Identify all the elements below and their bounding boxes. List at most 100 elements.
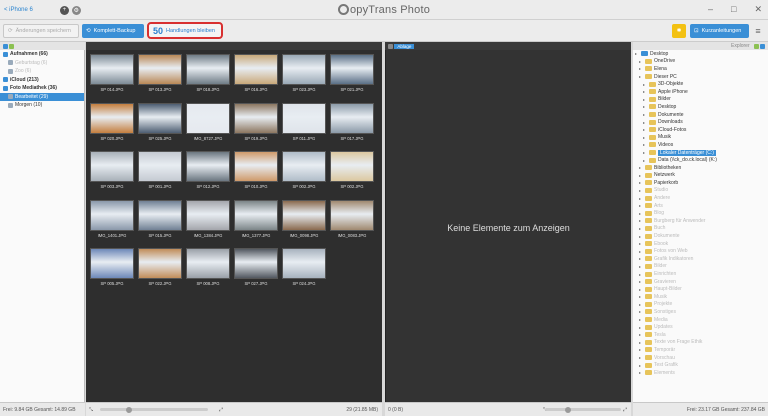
folder-item[interactable]: ▸ Tesla — [633, 331, 768, 339]
expand-icon[interactable]: ▸ — [639, 74, 643, 79]
folder-item[interactable]: ▸ Elena — [633, 65, 768, 73]
photo-tile[interactable]: SP 012.JPG — [184, 150, 232, 199]
close-icon[interactable]: ✕ — [754, 4, 762, 15]
expand-icon[interactable]: ▸ — [639, 66, 643, 71]
folder-item[interactable]: ▸ Dieser PC — [633, 73, 768, 81]
photo-tile[interactable]: SP 001.JPG — [136, 150, 184, 199]
folder-item[interactable]: ▸ Dokumente — [633, 111, 768, 119]
photo-tile[interactable]: IMG_0083.JPG — [328, 199, 376, 248]
folder-item[interactable]: ▸ Netzwerk — [633, 172, 768, 180]
photo-tile[interactable]: SP 003.JPG — [88, 150, 136, 199]
folder-item[interactable]: ▸ Buch — [633, 225, 768, 233]
expand-icon[interactable]: ▸ — [639, 302, 643, 307]
photo-thumbnail[interactable] — [282, 54, 326, 85]
expand-icon[interactable]: ▸ — [643, 150, 647, 155]
photo-tile[interactable]: SP 021.JPG — [328, 53, 376, 102]
photo-thumbnail[interactable] — [186, 102, 230, 134]
tips-button[interactable]: ✱ — [672, 24, 686, 38]
photo-thumbnail[interactable] — [234, 54, 278, 85]
album-item[interactable]: Morgen (10) — [0, 101, 84, 110]
photo-thumbnail[interactable] — [234, 102, 278, 134]
quick-guide-button[interactable]: ⊡ Kurzanleitungen — [690, 24, 749, 38]
photo-thumbnail[interactable] — [138, 102, 182, 134]
expand-icon[interactable]: ▸ — [639, 234, 643, 239]
expand-icon[interactable]: ▸ — [639, 355, 643, 360]
folder-item[interactable]: ▸ Updates — [633, 323, 768, 331]
expand-icon[interactable]: ▸ — [639, 264, 643, 269]
folder-item[interactable]: ▸ Bibliotheken — [633, 164, 768, 172]
expand-icon[interactable]: ▸ — [643, 82, 647, 87]
folder-item[interactable]: ▸ Desktop — [633, 50, 768, 58]
folder-item[interactable]: ▸ Vorschau — [633, 354, 768, 362]
photo-tile[interactable]: SP 023.JPG — [280, 53, 328, 102]
photo-thumbnail[interactable] — [90, 248, 134, 279]
expand-icon[interactable]: ▸ — [639, 332, 643, 337]
folder-item[interactable]: ▸ Blog — [633, 209, 768, 217]
photo-thumbnail[interactable] — [186, 151, 230, 182]
expand-icon[interactable]: ▸ — [639, 249, 643, 254]
maximize-icon[interactable]: □ — [731, 4, 736, 15]
expand-icon[interactable]: ▸ — [639, 196, 643, 201]
expand-icon[interactable]: ▸ — [643, 135, 647, 140]
expand-icon[interactable]: ▸ — [639, 325, 643, 330]
photo-tile[interactable]: SP 015.JPG — [136, 199, 184, 248]
photo-tile[interactable]: SP 017.JPG — [328, 102, 376, 151]
full-backup-button[interactable]: ⟲ Komplett-Backup — [82, 24, 144, 38]
expand-icon[interactable]: ▸ — [643, 89, 647, 94]
folder-item[interactable]: ▸ Musik — [633, 293, 768, 301]
folder-item[interactable]: ▸ Musik — [633, 134, 768, 142]
folder-item[interactable]: ▸ Downloads — [633, 118, 768, 126]
photo-thumbnail[interactable] — [330, 199, 374, 231]
folder-item[interactable]: ▸ Burgberg für Anwender — [633, 217, 768, 225]
album-item[interactable]: iCloud (213) — [0, 76, 84, 85]
photo-thumbnail[interactable] — [282, 102, 326, 134]
photo-tile[interactable]: SP 002.JPG — [280, 150, 328, 199]
add-folder-icon[interactable] — [760, 43, 765, 49]
minimize-icon[interactable]: – — [708, 4, 713, 15]
folder-item[interactable]: ▸ Grafik Indikatoren — [633, 255, 768, 263]
photo-tile[interactable]: IMG_0098.JPG — [280, 199, 328, 248]
expand-icon[interactable]: ▸ — [639, 272, 643, 277]
photo-tile[interactable]: SP 018.JPG — [184, 53, 232, 102]
folder-item[interactable]: ▸ Einrichten — [633, 270, 768, 278]
photo-thumbnail[interactable] — [330, 102, 374, 134]
expand-icon[interactable]: ▸ — [639, 340, 643, 345]
expand-icon[interactable]: ▸ — [643, 97, 647, 102]
expand-icon[interactable]: ▸ — [639, 256, 643, 261]
expand-icon[interactable]: ▸ — [639, 370, 643, 375]
photo-tile[interactable]: IMG_1377.JPG — [232, 199, 280, 248]
folder-item[interactable]: ▸ Desktop — [633, 103, 768, 111]
photo-tile[interactable]: SP 019.JPG — [232, 102, 280, 151]
folder-item[interactable]: ▸ 3D-Objekte — [633, 80, 768, 88]
folder-item[interactable]: ▸ Ebook — [633, 240, 768, 248]
photo-tile[interactable]: SP 020.JPG — [88, 102, 136, 151]
expand-icon[interactable]: ▸ — [643, 142, 647, 147]
photo-tile[interactable]: SP 013.JPG — [136, 53, 184, 102]
photo-thumbnail[interactable] — [186, 54, 230, 85]
photo-thumbnail[interactable] — [138, 199, 182, 231]
photo-tile[interactable]: IMG_1384.JPG — [184, 199, 232, 248]
folder-item[interactable]: ▸ Haupt-Bilder — [633, 285, 768, 293]
photo-thumbnail[interactable] — [90, 199, 134, 231]
photo-thumbnail[interactable] — [330, 151, 374, 182]
photo-tile[interactable]: IMG_1401.JPG — [88, 199, 136, 248]
photo-tile[interactable]: SP 016.JPG — [232, 53, 280, 102]
folder-item[interactable]: ▸ Test Grafik — [633, 361, 768, 369]
expand-icon[interactable]: ▸ — [639, 59, 643, 64]
expand-icon[interactable]: ▸ — [639, 241, 643, 246]
photo-tile[interactable]: SP 025.JPG — [136, 102, 184, 151]
photo-thumbnail[interactable] — [234, 151, 278, 182]
folder-item[interactable]: ▸ Fotos von Web — [633, 247, 768, 255]
photo-tile[interactable]: SP 024.JPG — [280, 247, 328, 296]
photo-thumbnail[interactable] — [282, 199, 326, 231]
photo-thumbnail[interactable] — [90, 151, 134, 182]
save-changes-button[interactable]: ⟳ Änderungen speichern — [3, 24, 79, 38]
expand-icon[interactable]: ▸ — [639, 287, 643, 292]
photo-thumbnail[interactable] — [138, 54, 182, 85]
expand-icon[interactable]: ▸ — [639, 294, 643, 299]
photo-thumbnail[interactable] — [90, 102, 134, 134]
folder-item[interactable]: ▸ Studio — [633, 187, 768, 195]
expand-icon[interactable]: ▸ — [643, 158, 647, 163]
photo-thumbnail[interactable] — [234, 199, 278, 231]
folder-item[interactable]: ▸ Gravieren — [633, 278, 768, 286]
